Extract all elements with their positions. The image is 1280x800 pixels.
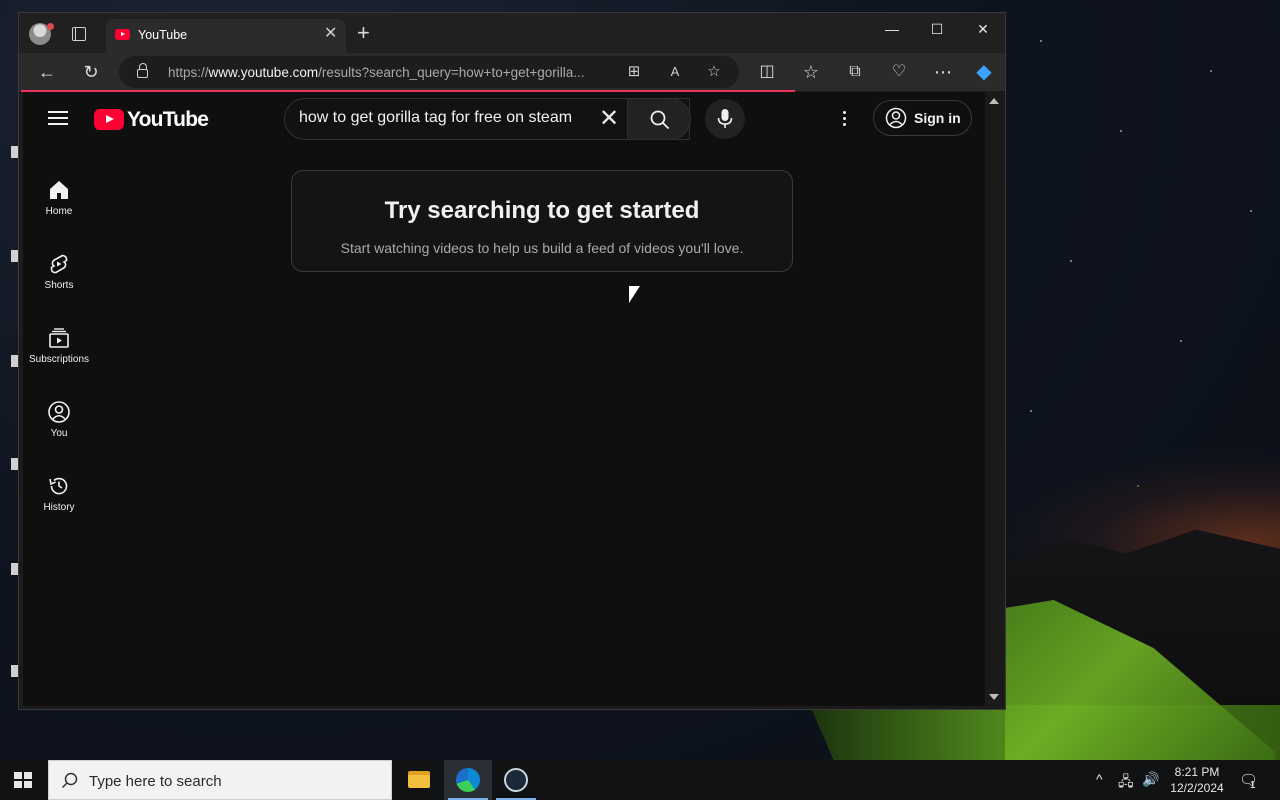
notification-count: 1 [1250, 780, 1256, 791]
taskbar-clock[interactable]: 8:21 PM 12/2/2024 [1162, 764, 1232, 796]
shorts-icon [50, 254, 68, 274]
steam-icon [504, 768, 528, 792]
sign-in-label: Sign in [914, 110, 961, 126]
youtube-play-icon [94, 109, 124, 130]
tab-bar: YouTube ✕ + — ☐ ✕ [19, 13, 1005, 53]
sign-in-button[interactable]: Sign in [873, 100, 972, 136]
desktop-icon[interactable] [11, 250, 18, 262]
promo-subtitle: Start watching videos to help us build a… [340, 240, 744, 256]
taskbar-search-box[interactable]: Type here to search [48, 760, 392, 800]
more-options-icon[interactable] [836, 109, 852, 129]
browser-essentials-icon[interactable]: ♡ [887, 61, 911, 83]
home-icon [50, 181, 68, 199]
lock-icon[interactable] [137, 63, 148, 78]
windows-start-icon[interactable] [14, 772, 32, 788]
browser-window: YouTube ✕ + — ☐ ✕ ← ↻ https://www.youtub… [18, 12, 1006, 710]
file-explorer-button[interactable] [395, 760, 443, 800]
tab-close-icon[interactable]: ✕ [324, 26, 337, 42]
address-bar[interactable]: https://www.youtube.com/results?search_q… [119, 56, 739, 88]
desktop-icon[interactable] [11, 146, 18, 158]
get-started-card: Try searching to get started Start watch… [291, 170, 793, 272]
tab-title: YouTube [138, 28, 188, 42]
guide-item-history[interactable]: History [23, 474, 95, 538]
account-icon [885, 107, 907, 129]
collections-icon[interactable]: ⧉ [843, 61, 867, 83]
guide-item-home[interactable]: Home [23, 178, 95, 242]
voice-search-button[interactable] [705, 99, 745, 139]
search-icon [650, 110, 670, 130]
desktop-icon[interactable] [11, 458, 18, 470]
guide-item-subscriptions[interactable]: Subscriptions [23, 326, 95, 390]
youtube-favicon-icon [115, 29, 130, 40]
scroll-down-icon[interactable] [989, 694, 999, 700]
star [1210, 70, 1212, 72]
close-window-icon[interactable]: ✕ [968, 21, 998, 38]
subscriptions-icon [49, 328, 69, 348]
clear-search-icon[interactable]: ✕ [599, 105, 619, 133]
steam-taskbar-button[interactable] [492, 760, 540, 800]
youtube-page: YouTube ✕ [23, 92, 985, 706]
back-icon[interactable]: ← [35, 61, 59, 83]
favorite-star-icon[interactable]: ☆ [704, 62, 724, 80]
star [1250, 210, 1252, 212]
star [1040, 40, 1042, 42]
desktop-icon[interactable] [11, 665, 18, 677]
microphone-icon [717, 109, 733, 128]
star [1030, 410, 1032, 412]
scroll-up-icon[interactable] [989, 98, 999, 104]
copilot-icon[interactable]: ◆ [972, 61, 996, 83]
taskbar-search-placeholder: Type here to search [89, 773, 222, 790]
clock-date: 12/2/2024 [1170, 781, 1224, 795]
guide-menu-icon[interactable] [48, 111, 68, 125]
star [1070, 260, 1072, 262]
tab-youtube[interactable]: YouTube ✕ [106, 19, 346, 53]
guide-item-shorts[interactable]: Shorts [23, 252, 95, 316]
windows-taskbar: Type here to search ^ 🖧 🔊 8:21 PM 12/2/2… [0, 760, 1280, 800]
maximize-icon[interactable]: ☐ [922, 21, 952, 38]
network-icon[interactable]: 🖧 [1118, 771, 1134, 795]
guide-item-you[interactable]: You [23, 400, 95, 464]
history-icon [49, 477, 68, 495]
volume-icon[interactable]: 🔊 [1142, 771, 1159, 788]
search-input[interactable] [299, 109, 589, 127]
guide-label-history: History [43, 502, 75, 513]
edge-taskbar-button[interactable] [444, 760, 492, 800]
desktop-icon[interactable] [11, 355, 18, 367]
browser-toolbar: ← ↻ https://www.youtube.com/results?sear… [19, 53, 1005, 91]
folder-icon [408, 771, 430, 788]
refresh-icon[interactable]: ↻ [79, 61, 103, 83]
app-available-icon[interactable]: ⊞ [624, 62, 644, 80]
url-path: /results?search_query=how+to+get+gorilla… [318, 65, 585, 80]
youtube-logo-text: YouTube [127, 108, 209, 131]
search-button[interactable] [627, 98, 691, 140]
page-scrollbar[interactable] [985, 92, 1003, 706]
guide-label-shorts: Shorts [44, 280, 74, 291]
mouse-cursor-icon [629, 286, 640, 303]
star [1120, 130, 1122, 132]
new-tab-icon[interactable]: + [357, 22, 370, 44]
guide-label-you: You [50, 428, 68, 439]
show-hidden-icons-icon[interactable]: ^ [1096, 771, 1103, 787]
guide-label-home: Home [45, 206, 73, 217]
url-scheme: https:// [168, 65, 209, 80]
tab-actions-icon[interactable] [72, 27, 86, 41]
url-text[interactable]: https://www.youtube.com/results?search_q… [168, 65, 610, 80]
guide-label-subscriptions: Subscriptions [28, 354, 90, 365]
star [1180, 340, 1182, 342]
promo-title: Try searching to get started [384, 197, 700, 224]
read-aloud-icon[interactable]: A [665, 64, 685, 79]
url-host: www.youtube.com [208, 65, 319, 80]
profile-badge [47, 23, 54, 30]
you-account-icon [48, 401, 70, 423]
minimize-icon[interactable]: — [877, 21, 907, 37]
search-icon [61, 772, 78, 789]
desktop-icon[interactable] [11, 563, 18, 575]
clock-time: 8:21 PM [1174, 765, 1220, 779]
favorites-icon[interactable]: ☆ [799, 61, 823, 83]
edge-icon [456, 768, 480, 792]
settings-more-icon[interactable]: ⋯ [931, 61, 955, 83]
youtube-logo[interactable]: YouTube [94, 108, 209, 131]
split-screen-icon[interactable]: ◫ [755, 61, 779, 83]
